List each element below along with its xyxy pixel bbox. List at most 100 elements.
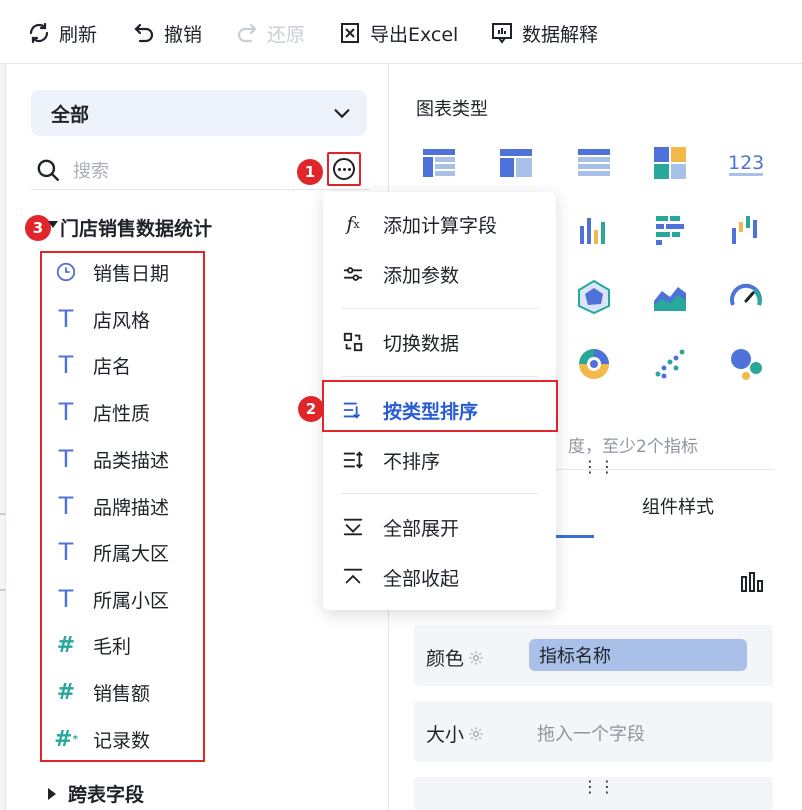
- number-type-icon: #: [56, 632, 76, 658]
- switch-icon: [341, 330, 365, 354]
- field-label: 店性质: [93, 402, 151, 425]
- field-item[interactable]: 销售日期: [54, 257, 169, 287]
- chevron-down-icon: [334, 109, 350, 119]
- horizontal-bar-chart-icon[interactable]: [652, 212, 688, 248]
- color-field-pill[interactable]: 指标名称: [529, 639, 747, 671]
- field-item[interactable]: T 品类描述: [54, 444, 169, 474]
- drag-handle-icon[interactable]: ⋮⋮: [582, 457, 616, 476]
- tab-component-style[interactable]: 组件样式: [642, 493, 714, 519]
- refresh-icon: [29, 22, 49, 44]
- color-label: 颜色: [426, 648, 465, 670]
- area-chart-icon[interactable]: [652, 279, 688, 315]
- dataset-tree-title[interactable]: 门店销售数据统计: [60, 214, 212, 241]
- block-chart-icon[interactable]: [652, 145, 688, 181]
- text-type-icon: T: [58, 351, 74, 379]
- left-collapsed-strip: [0, 64, 6, 810]
- dataset-selected-value: 全部: [51, 103, 90, 126]
- field-item[interactable]: # 毛利: [54, 630, 131, 660]
- field-item[interactable]: T 所属大区: [54, 537, 169, 567]
- menu-item-collapse-all[interactable]: 全部收起: [323, 555, 556, 599]
- text-type-icon: T: [58, 492, 74, 520]
- excel-icon: [341, 23, 359, 43]
- field-item[interactable]: T 品牌描述: [54, 491, 169, 521]
- field-label: 所属小区: [93, 589, 170, 612]
- bar-chart-icon[interactable]: [740, 571, 764, 593]
- radar-chart-icon[interactable]: [576, 279, 612, 315]
- drag-handle-icon[interactable]: ⋮⋮: [582, 777, 616, 796]
- no-sort-icon: [341, 448, 365, 472]
- tree-caret-icon[interactable]: [48, 221, 58, 228]
- menu-divider: [341, 308, 538, 309]
- field-label: 品牌描述: [93, 496, 170, 519]
- svg-text:123: 123: [728, 152, 764, 174]
- field-item[interactable]: T 所属小区: [54, 584, 169, 614]
- scatter-chart-icon[interactable]: [652, 346, 688, 382]
- gauge-chart-icon[interactable]: [728, 279, 764, 315]
- field-label: 店名: [93, 355, 132, 378]
- export-excel-button[interactable]: 导出Excel: [338, 20, 458, 46]
- more-options-button[interactable]: [327, 152, 361, 186]
- menu-divider: [341, 493, 538, 494]
- gear-icon[interactable]: [468, 650, 484, 666]
- undo-button[interactable]: 撤销: [132, 20, 202, 46]
- menu-item-expand-all[interactable]: 全部展开: [323, 505, 556, 549]
- search-input[interactable]: 搜索: [73, 157, 109, 183]
- table-chart-icon[interactable]: [421, 145, 457, 181]
- field-label: 所属大区: [93, 542, 170, 565]
- field-item[interactable]: # * 记录数: [54, 724, 150, 754]
- gear-icon[interactable]: [468, 726, 484, 742]
- redo-button[interactable]: 还原: [235, 20, 305, 46]
- waterfall-chart-icon[interactable]: [728, 212, 764, 248]
- toolbar: 刷新 撤销 还原 导出Excel 数据解释: [0, 0, 802, 64]
- size-label: 大小: [426, 724, 465, 746]
- step-badge-2: 2: [298, 396, 324, 422]
- undo-icon: [134, 23, 154, 43]
- redo-icon: [237, 23, 257, 43]
- detail-table-chart-icon[interactable]: [576, 145, 612, 181]
- text-type-icon: T: [58, 538, 74, 566]
- search-icon: [37, 159, 59, 181]
- text-type-icon: T: [58, 585, 74, 613]
- cross-table-chart-icon[interactable]: [498, 145, 534, 181]
- cross-table-fields[interactable]: 跨表字段: [48, 780, 144, 807]
- menu-item-add-parameter[interactable]: 添加参数: [323, 252, 556, 296]
- bar-chart-icon[interactable]: [576, 212, 612, 248]
- field-item[interactable]: T 店风格: [54, 304, 150, 334]
- number-type-icon: #: [56, 679, 76, 705]
- data-explain-button[interactable]: 数据解释: [490, 20, 598, 46]
- menu-item-no-sort[interactable]: 不排序: [323, 438, 556, 482]
- expand-all-icon: [341, 515, 365, 539]
- menu-divider: [341, 376, 538, 377]
- field-item[interactable]: T 店性质: [54, 397, 150, 427]
- explain-label: 数据解释: [522, 23, 599, 46]
- data-explain-icon: [492, 23, 512, 44]
- size-drop-zone[interactable]: 拖入一个字段: [537, 720, 645, 746]
- text-type-icon: T: [58, 445, 74, 473]
- field-label: 店风格: [93, 309, 151, 332]
- field-label: 品类描述: [93, 449, 170, 472]
- field-item[interactable]: T 店名: [54, 350, 131, 380]
- size-property-row: 大小 拖入一个字段: [414, 701, 773, 762]
- sliders-icon: [341, 262, 365, 286]
- chart-type-title: 图表类型: [416, 99, 488, 120]
- text-type-icon: T: [58, 398, 74, 426]
- clock-icon: [54, 260, 78, 284]
- record-count-icon: # *: [54, 726, 78, 752]
- menu-item-add-calc-field[interactable]: fx 添加计算字段: [323, 202, 556, 246]
- refresh-button[interactable]: 刷新: [27, 20, 97, 46]
- chart-requirement-hint: 度，至少2个指标: [568, 437, 698, 457]
- bubble-chart-icon[interactable]: [728, 346, 764, 382]
- step-badge-1: 1: [297, 159, 323, 185]
- caret-right-icon: [48, 787, 56, 800]
- field-label: 记录数: [93, 729, 151, 752]
- text-type-icon: T: [58, 305, 74, 333]
- field-label: 销售额: [93, 682, 151, 705]
- sunburst-chart-icon[interactable]: [576, 346, 612, 382]
- sort-by-type-highlight: [322, 380, 558, 432]
- field-item[interactable]: # 销售额: [54, 677, 150, 707]
- field-label: 毛利: [93, 635, 132, 658]
- refresh-label: 刷新: [59, 23, 98, 46]
- menu-item-switch-data[interactable]: 切换数据: [323, 320, 556, 364]
- kpi-number-chart-icon[interactable]: 123: [728, 145, 764, 181]
- dataset-select[interactable]: 全部: [31, 90, 367, 136]
